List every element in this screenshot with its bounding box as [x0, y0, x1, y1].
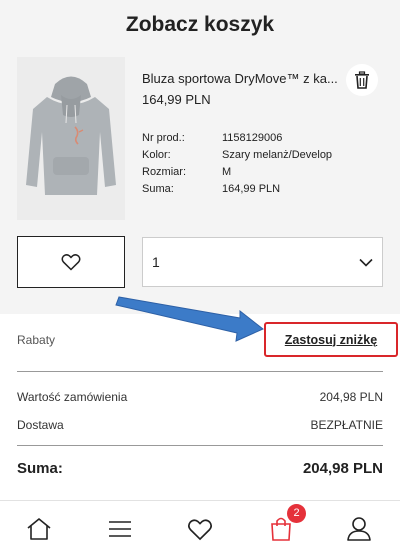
detail-label: Nr prod.: [142, 132, 185, 144]
menu-icon [109, 521, 131, 537]
add-to-favorites-button[interactable] [17, 236, 125, 288]
product-image[interactable] [17, 57, 125, 220]
divider [17, 445, 383, 446]
detail-value: Szary melanż/Develop [222, 149, 333, 161]
apply-discount-highlight: Zastosuj zniżkę [264, 322, 398, 357]
quantity-select[interactable]: 1 [142, 237, 383, 287]
chevron-down-icon [359, 258, 373, 267]
delete-item-button[interactable] [346, 64, 378, 96]
nav-menu[interactable] [104, 513, 136, 545]
home-icon [27, 518, 51, 540]
bottom-navigation [0, 500, 400, 558]
apply-discount-link[interactable]: Zastosuj zniżkę [285, 333, 377, 347]
trash-icon [355, 71, 369, 89]
order-value: 204,98 PLN [319, 390, 383, 404]
detail-label: Kolor: [142, 149, 171, 161]
user-icon [347, 517, 371, 541]
detail-label: Rozmiar: [142, 166, 187, 178]
product-price: 164,99 PLN [142, 92, 211, 107]
discount-label: Rabaty [17, 333, 56, 347]
quantity-value: 1 [152, 254, 160, 270]
shipping-label: Dostawa [17, 418, 64, 432]
total-value: 204,98 PLN [302, 460, 383, 477]
detail-label: Suma: [142, 183, 174, 195]
total-row: Suma: 204,98 PLN [17, 460, 383, 477]
detail-value: 1158129006 [222, 132, 283, 144]
nav-home[interactable] [23, 513, 55, 545]
detail-row-product-number: Nr prod.: 1158129006 [142, 130, 332, 147]
order-value-row: Wartość zamówienia 204,98 PLN [17, 390, 383, 404]
order-value-label: Wartość zamówienia [17, 390, 128, 404]
hoodie-image [26, 76, 116, 195]
detail-value: 164,99 PLN [222, 183, 281, 195]
shipping-value: BEZPŁATNIE [310, 418, 383, 432]
divider [17, 371, 383, 372]
cart-count-badge: 2 [287, 504, 306, 523]
nav-favorites[interactable] [184, 513, 216, 545]
detail-row-color: Kolor: Szary melanż/Develop [142, 147, 332, 164]
detail-row-sum: Suma: 164,99 PLN [142, 181, 332, 198]
product-details: Nr prod.: 1158129006 Kolor: Szary melanż… [142, 130, 332, 198]
nav-account[interactable] [343, 513, 375, 545]
detail-value: M [222, 166, 232, 178]
total-label: Suma: [17, 460, 63, 477]
shipping-row: Dostawa BEZPŁATNIE [17, 418, 383, 432]
heart-icon [61, 254, 81, 271]
detail-row-size: Rozmiar: M [142, 164, 332, 181]
heart-icon [187, 518, 213, 540]
page-title: Zobacz koszyk [125, 13, 275, 36]
product-name[interactable]: Bluza sportowa DryMove™ z ka... [142, 71, 342, 86]
